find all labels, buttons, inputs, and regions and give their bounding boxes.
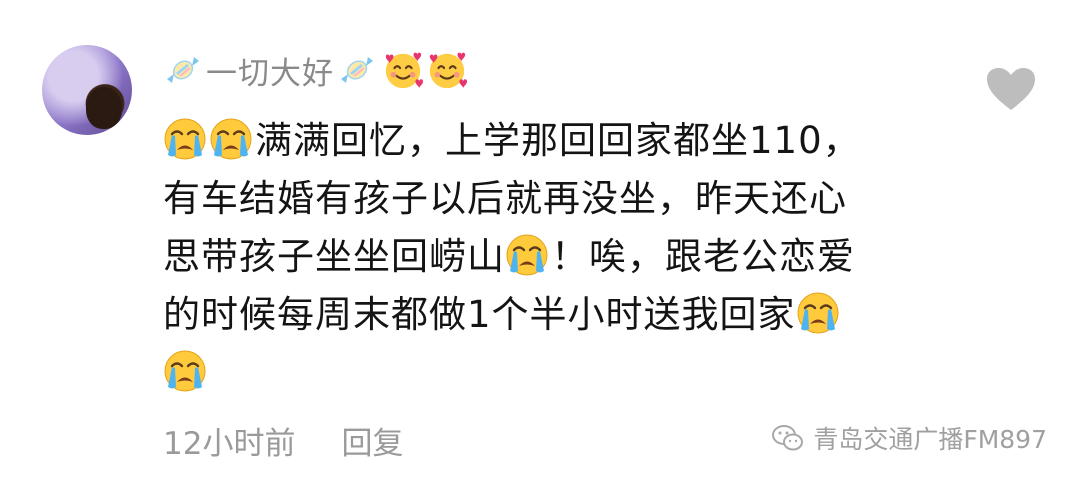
comment-line <box>163 344 963 402</box>
comment-line: 满满回忆，上学那回回家都坐110， <box>163 112 963 170</box>
candy-icon <box>164 55 202 85</box>
comment-meta: 12小时前 回复 <box>163 418 403 463</box>
username-row: 一切大好 <box>160 48 468 92</box>
avatar[interactable] <box>42 45 132 135</box>
comment-line: 思带孩子坐坐回崂山 ！唉，跟老公恋爱 <box>163 228 963 286</box>
loudly-crying-face-icon <box>505 233 549 277</box>
comment-line: 有车结婚有孩子以后就再没坐，昨天还心 <box>163 177 847 220</box>
username[interactable]: 一切大好 <box>206 48 334 93</box>
candy-icon <box>338 55 376 85</box>
watermark-text: 青岛交通广播FM897 <box>813 425 1047 454</box>
comment-line-text: 思带孩子坐坐回崂山 <box>163 235 505 278</box>
comment-line-text: ！唉，跟老公恋爱 <box>551 235 855 278</box>
comment-line-text: 的时候每周末都做1个半小时送我回家 <box>163 293 796 336</box>
comment-text: 满满回忆，上学那回回家都坐110， 有车结婚有孩子以后就再没坐，昨天还心 思带孩… <box>163 112 963 402</box>
wechat-icon <box>772 425 804 451</box>
avatar-photo <box>86 87 122 129</box>
loudly-crying-face-icon <box>163 349 207 393</box>
loudly-crying-face-icon <box>796 291 840 335</box>
watermark: 青岛交通广播FM897 <box>771 420 1047 456</box>
timestamp: 12小时前 <box>163 426 296 462</box>
reply-button[interactable]: 回复 <box>341 418 403 463</box>
loudly-crying-face-icon <box>163 117 207 161</box>
comment-line: 的时候每周末都做1个半小时送我回家 <box>163 286 963 344</box>
smiling-face-with-hearts-icon <box>382 49 424 91</box>
comment-card: 一切大好 满满回忆，上学那回回家都坐110， 有车结婚有孩子以后就再没坐，昨天还… <box>0 0 1077 485</box>
heart-icon[interactable] <box>985 66 1037 112</box>
smiling-face-with-hearts-icon <box>426 49 468 91</box>
loudly-crying-face-icon <box>209 117 253 161</box>
comment-line-text: 满满回忆，上学那回回家都坐110， <box>255 119 861 162</box>
